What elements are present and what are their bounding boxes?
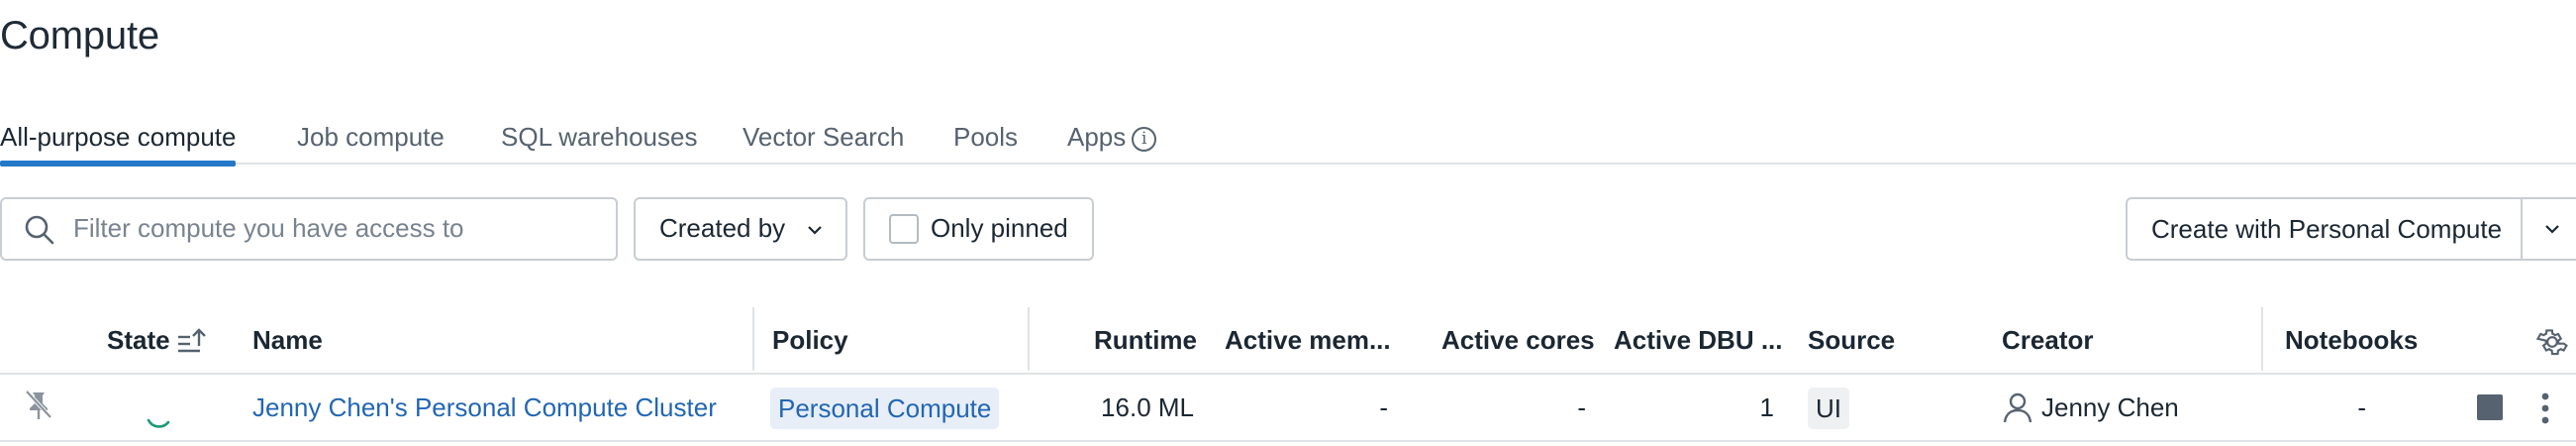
info-icon[interactable]: i [1132, 126, 1157, 152]
tab-sql-warehouses[interactable]: SQL warehouses [501, 119, 697, 165]
tab-label: Apps [1067, 122, 1127, 152]
tab-job-compute[interactable]: Job compute [297, 119, 445, 165]
gear-icon[interactable] [2535, 325, 2569, 359]
tab-pools[interactable]: Pools [953, 119, 1018, 165]
table-header: State Name Policy Runtime Active mem... … [0, 307, 2576, 375]
policy-badge[interactable]: Personal Compute [770, 388, 1000, 429]
page-title: Compute [0, 14, 159, 57]
search-icon [25, 215, 54, 245]
active-dbu-value: 1 [1759, 392, 1774, 422]
column-header-active-cores[interactable]: Active cores [1441, 325, 1595, 356]
create-personal-compute-button[interactable]: Create with Personal Compute [2128, 199, 2523, 259]
active-cores-value: - [1577, 392, 1586, 422]
column-divider[interactable] [1028, 307, 1030, 371]
search-placeholder: Filter compute you have access to [73, 213, 464, 243]
column-header-notebooks[interactable]: Notebooks [2285, 325, 2418, 356]
only-pinned-checkbox[interactable] [889, 214, 919, 244]
column-header-creator[interactable]: Creator [2002, 325, 2093, 356]
active-memory-value: - [1379, 392, 1388, 422]
only-pinned-toggle[interactable]: Only pinned [863, 197, 1094, 261]
only-pinned-label: Only pinned [931, 213, 1068, 243]
chevron-down-icon [808, 226, 822, 235]
tab-label: Job compute [297, 122, 445, 152]
column-header-name[interactable]: Name [252, 325, 323, 356]
tab-label: Vector Search [743, 122, 905, 152]
tab-label: SQL warehouses [501, 122, 698, 152]
column-divider[interactable] [2261, 307, 2263, 371]
column-header-state[interactable]: State [107, 325, 170, 356]
pin-off-icon[interactable] [24, 389, 53, 422]
tab-all-purpose-compute[interactable]: All-purpose compute [0, 119, 237, 167]
column-header-active-dbu[interactable]: Active DBU ... [1614, 325, 1783, 356]
stop-icon[interactable] [2477, 394, 2503, 420]
runtime-value: 16.0 ML [1101, 392, 1194, 422]
column-header-active-memory[interactable]: Active mem... [1225, 325, 1391, 356]
create-button-group: Create with Personal Compute [2126, 197, 2576, 261]
created-by-label: Created by [659, 213, 786, 243]
kebab-menu-icon[interactable] [2540, 392, 2550, 424]
table-row[interactable]: Jenny Chen's Personal Compute Cluster Pe… [0, 377, 2576, 442]
tab-apps[interactable]: Apps i [1067, 119, 1157, 165]
sort-ascending-icon[interactable] [176, 327, 208, 357]
compute-page: Compute All-purpose compute Job compute … [0, 0, 2576, 446]
column-divider[interactable] [752, 307, 754, 371]
created-by-dropdown[interactable]: Created by [634, 197, 847, 261]
chevron-down-icon [2545, 225, 2559, 234]
creator-name: Jenny Chen [2041, 392, 2179, 422]
notebooks-value: - [2357, 392, 2366, 422]
tab-vector-search[interactable]: Vector Search [743, 119, 904, 165]
column-header-policy[interactable]: Policy [772, 325, 848, 356]
column-header-source[interactable]: Source [1808, 325, 1895, 356]
cluster-name-link[interactable]: Jenny Chen's Personal Compute Cluster [252, 392, 717, 423]
create-options-dropdown-button[interactable] [2526, 199, 2576, 259]
source-badge: UI [1808, 388, 1849, 429]
tab-label: Pools [953, 122, 1019, 152]
tab-label: All-purpose compute [0, 122, 237, 152]
user-icon [2003, 392, 2032, 423]
column-header-runtime[interactable]: Runtime [1094, 325, 1197, 356]
spinner-icon [147, 418, 170, 428]
filter-search-input[interactable]: Filter compute you have access to [0, 197, 618, 261]
compute-tabs: All-purpose compute Job compute SQL ware… [0, 119, 2576, 167]
